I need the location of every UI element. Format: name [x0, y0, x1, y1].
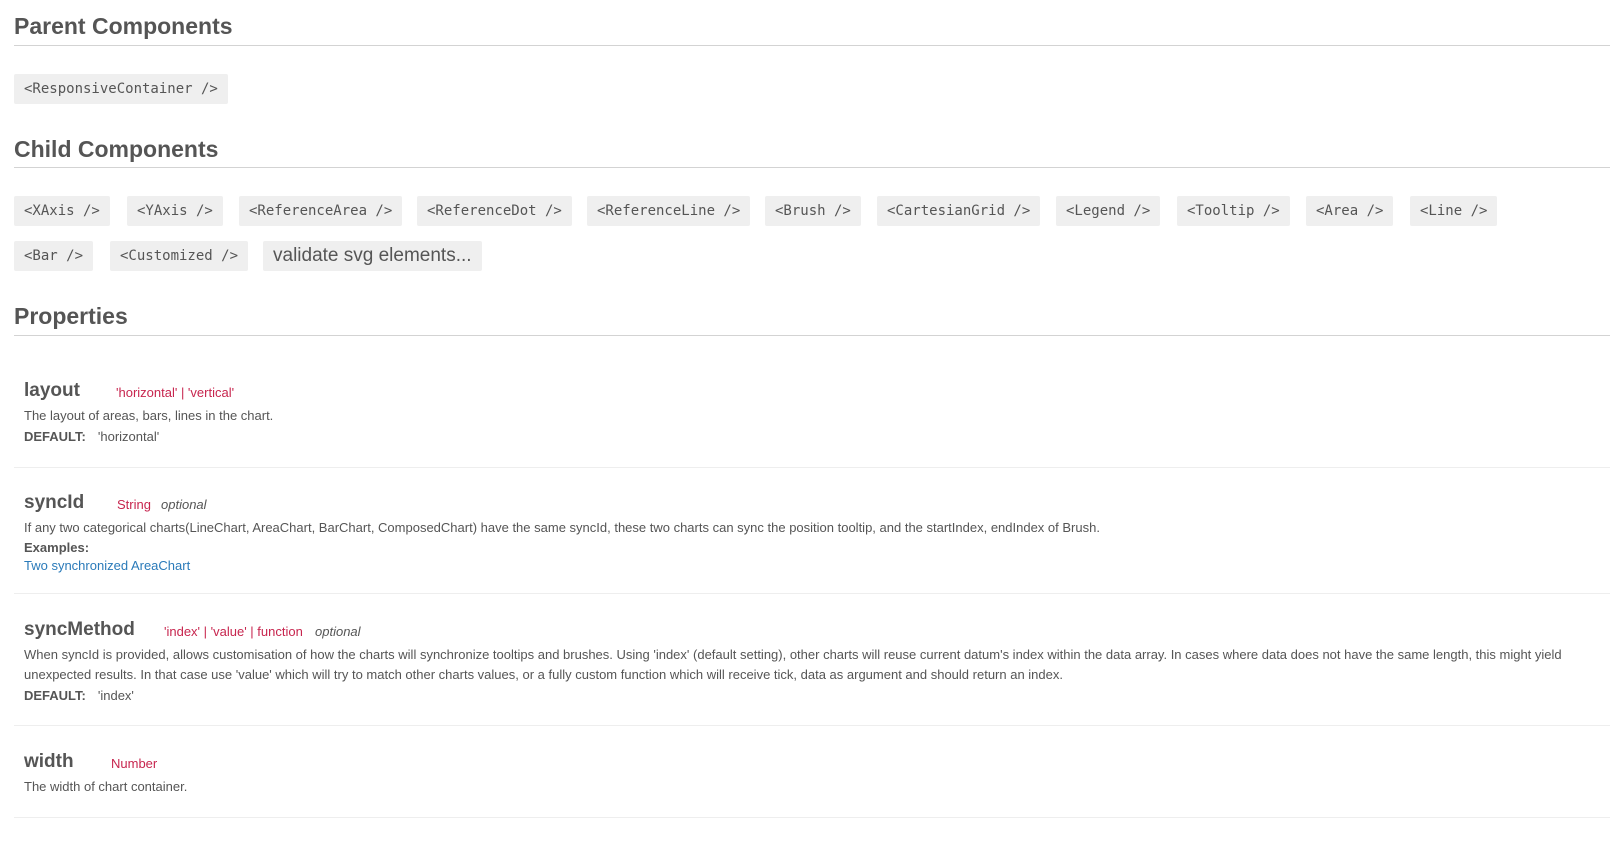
child-component-chip-reference-area[interactable]: <ReferenceArea />: [239, 196, 403, 226]
child-component-chip-reference-dot[interactable]: <ReferenceDot />: [417, 196, 572, 226]
property-description: The width of chart container.: [24, 779, 188, 794]
property-width: width Number The width of chart containe…: [14, 741, 1610, 818]
child-components-heading: Child Components: [14, 136, 219, 162]
section-divider: [14, 335, 1610, 336]
section-divider: [14, 167, 1610, 168]
property-syncid: syncId String optional If any two catego…: [14, 482, 1610, 594]
property-name: layout: [24, 380, 80, 401]
property-type: Number: [111, 756, 158, 771]
child-component-chip-brush[interactable]: <Brush />: [765, 196, 861, 226]
child-component-chip-bar[interactable]: <Bar />: [14, 241, 94, 271]
parent-components-heading: Parent Components: [14, 13, 233, 39]
child-component-chip-reference-line[interactable]: <ReferenceLine />: [587, 196, 751, 226]
child-component-chip-yaxis[interactable]: <YAxis />: [127, 196, 223, 226]
property-optional: optional: [161, 497, 207, 512]
property-description: If any two categorical charts(LineChart,…: [24, 520, 1100, 535]
child-component-chip-legend[interactable]: <Legend />: [1056, 196, 1161, 226]
property-type: 'index' | 'value' | function: [164, 624, 303, 639]
examples-label: Examples:: [24, 540, 90, 555]
validate-svg-elements-chip[interactable]: validate svg elements...: [263, 241, 482, 271]
child-component-chip-customized[interactable]: <Customized />: [110, 241, 249, 271]
child-component-chip-tooltip[interactable]: <Tooltip />: [1177, 196, 1290, 226]
default-label: DEFAULT:: [24, 429, 86, 444]
child-component-chip-area[interactable]: <Area />: [1306, 196, 1394, 226]
property-description: The layout of areas, bars, lines in the …: [24, 408, 274, 423]
property-description: When syncId is provided, allows customis…: [24, 647, 1562, 682]
property-syncmethod: syncMethod 'index' | 'value' | function …: [14, 609, 1610, 726]
property-name: syncMethod: [24, 619, 135, 640]
property-default: DEFAULT: 'index': [24, 688, 134, 703]
child-component-chip-xaxis[interactable]: <XAxis />: [14, 196, 110, 226]
example-link-two-synchronized-areachart[interactable]: Two synchronized AreaChart: [24, 558, 190, 573]
property-type: String: [117, 497, 151, 512]
default-value: 'horizontal': [97, 429, 160, 444]
property-layout: layout 'horizontal' | 'vertical' The lay…: [14, 370, 1610, 468]
default-value: 'index': [97, 688, 134, 703]
property-optional: optional: [315, 624, 361, 639]
property-default: DEFAULT: 'horizontal': [24, 429, 159, 444]
property-name: width: [24, 751, 74, 772]
child-component-chip-cartesian-grid[interactable]: <CartesianGrid />: [877, 196, 1041, 226]
docs-page: Parent Components <ResponsiveContainer /…: [0, 0, 1610, 847]
default-label: DEFAULT:: [24, 688, 86, 703]
properties-heading: Properties: [14, 303, 128, 329]
parent-component-chip-responsive-container[interactable]: <ResponsiveContainer />: [14, 74, 228, 104]
property-name: syncId: [24, 492, 85, 513]
section-divider: [14, 45, 1610, 46]
child-component-chip-line[interactable]: <Line />: [1410, 196, 1498, 226]
property-type: 'horizontal' | 'vertical': [116, 385, 235, 400]
